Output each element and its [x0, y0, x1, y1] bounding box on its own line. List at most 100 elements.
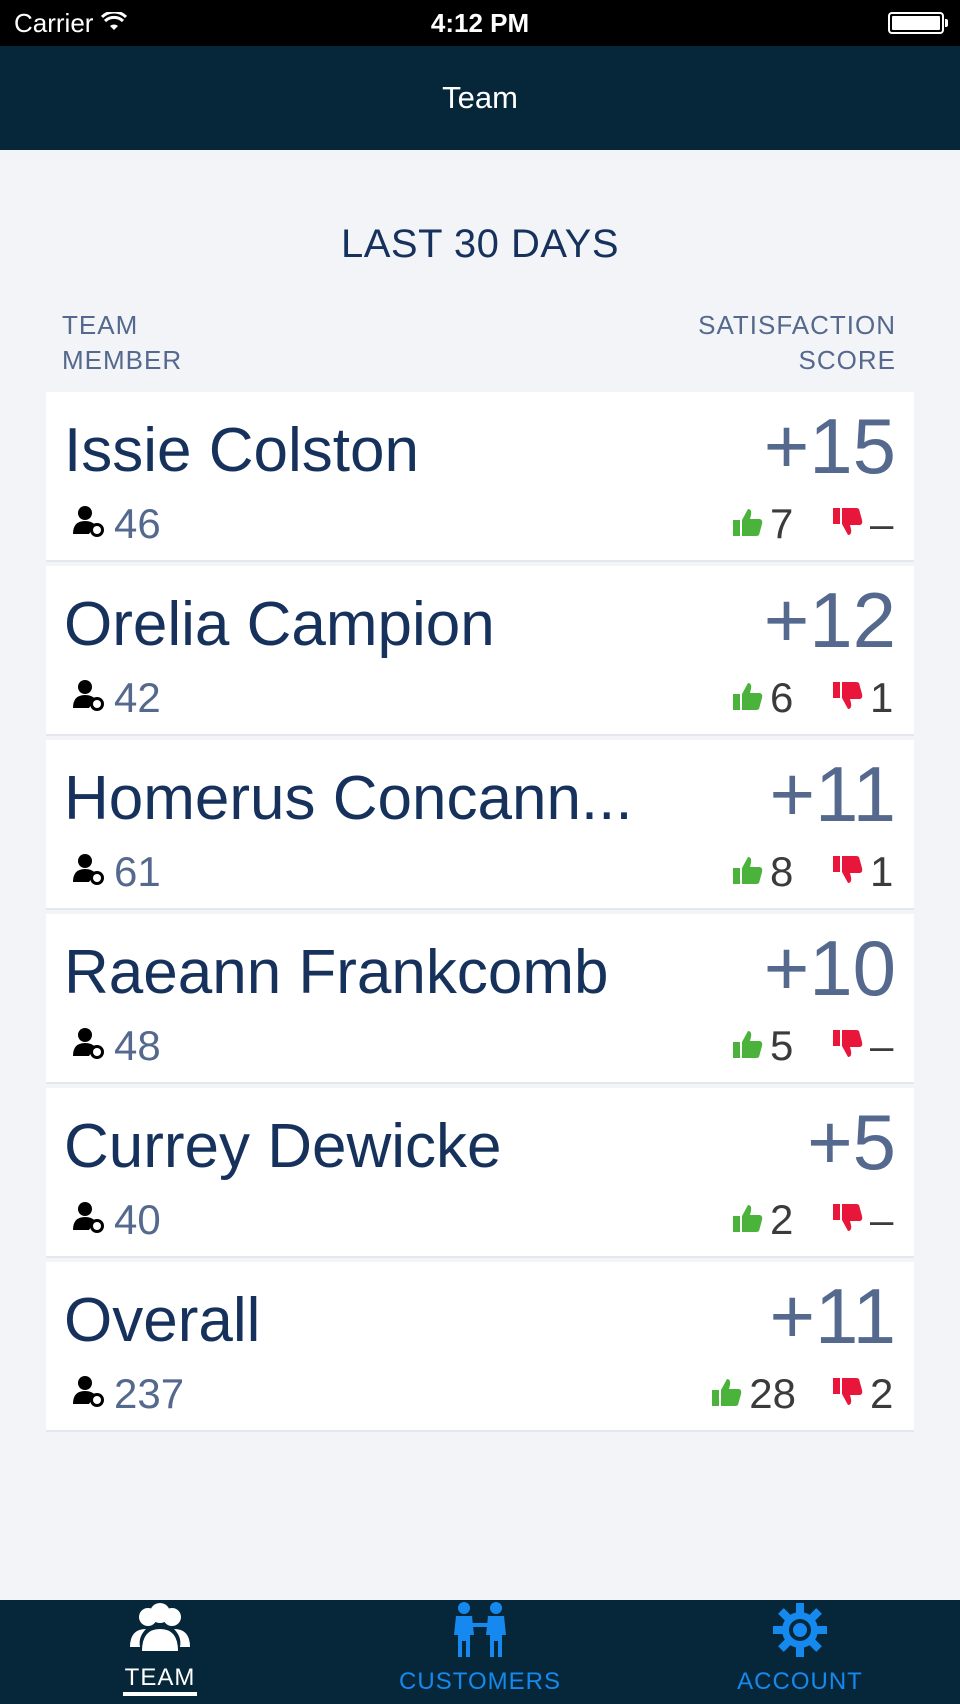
list-item[interactable]: Orelia Campion +12 42 6 1	[46, 566, 914, 736]
thumbs-up-count: 28	[749, 1370, 796, 1417]
thumbs-up-group: 5	[732, 1022, 796, 1070]
status-bar: Carrier 4:12 PM	[0, 0, 960, 46]
thumbs-down-count: 1	[870, 674, 894, 721]
customer-count-value: 237	[114, 1370, 185, 1417]
thumbs-up-icon	[732, 1022, 764, 1070]
customer-count-value: 61	[114, 848, 161, 895]
list-item[interactable]: Homerus Concann... +11 61 8 1	[46, 740, 914, 910]
thumbs-up-count: 5	[770, 1022, 794, 1069]
thumbs-down-icon	[832, 1022, 864, 1070]
vote-summary: 6 1	[732, 674, 896, 722]
team-list: Issie Colston +15 46 7 – Orelia Campion …	[46, 392, 914, 1436]
thumbs-up-icon	[711, 1370, 743, 1418]
thumbs-down-group: –	[832, 1022, 896, 1070]
customer-count: 48	[72, 1022, 161, 1070]
thumbs-down-group: 1	[832, 674, 896, 722]
thumbs-down-count: 2	[870, 1370, 894, 1417]
tab-customers[interactable]: CUSTOMERS	[320, 1600, 640, 1704]
member-name: Overall	[64, 1286, 261, 1355]
thumbs-down-count: –	[870, 1022, 894, 1069]
customer-icon	[72, 848, 106, 896]
list-item[interactable]: Raeann Frankcomb +10 48 5 –	[46, 914, 914, 1084]
customer-icon	[72, 500, 106, 548]
customer-count: 237	[72, 1370, 184, 1418]
customer-icon	[72, 1022, 106, 1070]
column-header-member: TEAM MEMBER	[62, 308, 182, 378]
customer-count: 46	[72, 500, 161, 548]
satisfaction-score: +12	[763, 576, 896, 664]
customer-count-value: 42	[114, 674, 161, 721]
tab-bar: TEAM CUSTOMERS ACCOUNT	[0, 1600, 960, 1704]
thumbs-down-icon	[832, 500, 864, 548]
vote-summary: 7 –	[732, 500, 896, 548]
vote-summary: 2 –	[732, 1196, 896, 1244]
list-item-overall[interactable]: Overall +11 237 28 2	[46, 1262, 914, 1432]
thumbs-up-icon	[732, 500, 764, 548]
customer-count-value: 40	[114, 1196, 161, 1243]
vote-summary: 28 2	[711, 1370, 896, 1418]
thumbs-down-group: 2	[832, 1370, 896, 1418]
customer-count: 42	[72, 674, 161, 722]
tab-team-label: TEAM	[122, 1664, 198, 1696]
thumbs-up-group: 7	[732, 500, 796, 548]
list-item[interactable]: Issie Colston +15 46 7 –	[46, 392, 914, 562]
column-header-score-line1: SATISFACTION	[698, 310, 896, 340]
thumbs-down-icon	[832, 848, 864, 896]
member-name: Homerus Concann...	[64, 764, 633, 833]
customers-icon	[448, 1601, 512, 1664]
column-header-score: SATISFACTION SCORE	[698, 308, 896, 378]
thumbs-up-icon	[732, 1196, 764, 1244]
member-name: Currey Dewicke	[64, 1112, 502, 1181]
thumbs-down-icon	[832, 674, 864, 722]
satisfaction-score: +5	[807, 1098, 896, 1186]
thumbs-down-count: –	[870, 1196, 894, 1243]
tab-account-label: ACCOUNT	[737, 1668, 863, 1695]
customer-icon	[72, 1370, 106, 1418]
thumbs-down-group: –	[832, 1196, 896, 1244]
battery-icon	[888, 12, 948, 34]
column-header-score-line2: SCORE	[798, 345, 896, 375]
thumbs-up-group: 8	[732, 848, 796, 896]
team-icon	[128, 1603, 192, 1660]
thumbs-up-count: 7	[770, 500, 794, 547]
clock: 4:12 PM	[430, 8, 530, 38]
thumbs-down-count: –	[870, 500, 894, 547]
customer-icon	[72, 674, 106, 722]
list-item[interactable]: Currey Dewicke +5 40 2 –	[46, 1088, 914, 1258]
satisfaction-score: +15	[763, 402, 896, 490]
nav-bar: Team	[0, 46, 960, 150]
customer-icon	[72, 1196, 106, 1244]
tab-customers-label: CUSTOMERS	[399, 1668, 561, 1695]
tab-team[interactable]: TEAM	[0, 1600, 320, 1704]
customer-count: 61	[72, 848, 161, 896]
thumbs-down-group: –	[832, 500, 896, 548]
vote-summary: 5 –	[732, 1022, 896, 1070]
period-label: LAST 30 DAYS	[341, 222, 619, 266]
thumbs-down-icon	[832, 1370, 864, 1418]
thumbs-down-group: 1	[832, 848, 896, 896]
member-name: Raeann Frankcomb	[64, 938, 609, 1007]
thumbs-up-group: 28	[711, 1370, 796, 1418]
vote-summary: 8 1	[732, 848, 896, 896]
tab-account[interactable]: ACCOUNT	[640, 1600, 960, 1704]
column-header-member-line2: MEMBER	[62, 345, 183, 375]
thumbs-down-count: 1	[870, 848, 894, 895]
satisfaction-score: +11	[769, 1272, 896, 1360]
thumbs-up-group: 6	[732, 674, 796, 722]
thumbs-down-icon	[832, 1196, 864, 1244]
satisfaction-score: +11	[769, 750, 896, 838]
thumbs-up-icon	[732, 674, 764, 722]
thumbs-up-icon	[732, 848, 764, 896]
page-title: Team	[442, 80, 518, 115]
gear-icon	[771, 1601, 829, 1664]
thumbs-up-count: 8	[770, 848, 794, 895]
member-name: Issie Colston	[64, 416, 419, 485]
member-name: Orelia Campion	[64, 590, 495, 659]
column-header-member-line1: TEAM	[62, 310, 139, 340]
customer-count-value: 48	[114, 1022, 161, 1069]
customer-count: 40	[72, 1196, 161, 1244]
customer-count-value: 46	[114, 500, 161, 547]
satisfaction-score: +10	[763, 924, 896, 1012]
thumbs-up-count: 2	[770, 1196, 794, 1243]
thumbs-up-count: 6	[770, 674, 794, 721]
